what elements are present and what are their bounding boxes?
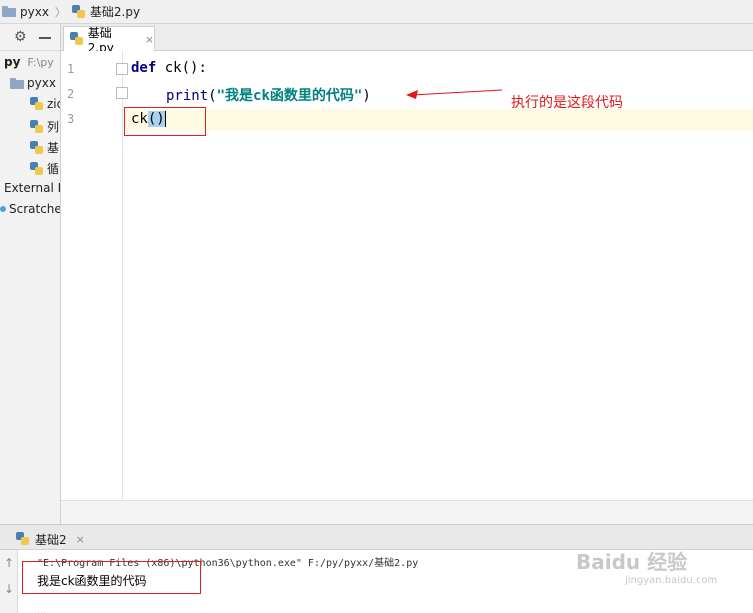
tree-item-3[interactable]: 循 [30,160,59,177]
console-truncated-line: ... [37,606,47,613]
python-file-icon [30,119,44,134]
watermark-url: jingyan.baidu.com [625,575,718,586]
tree-root-path: F:\py [27,55,54,69]
tree-item-2[interactable]: 基 [30,139,59,156]
tree-item-label: zid [47,97,60,111]
annotation-arrow [406,89,503,99]
project-panel: ⚙ py F:\py pyxx zid 列 基 循 External L Scr… [0,24,61,524]
close-icon[interactable]: × [145,33,154,46]
tree-folder-label: pyxx [27,76,56,90]
tree-scratches[interactable]: Scratches [0,202,60,216]
call-highlight-box [124,107,206,136]
code-editor[interactable]: 1 2 3 def ck(): print("我是ck函数里的代码") ck() [61,51,753,500]
line-number: 1 [67,62,75,76]
gutter: 1 2 3 [61,51,128,500]
arrow-down-icon[interactable]: ↓ [4,582,14,596]
current-line-highlight [124,109,753,131]
function-def: ck(): [156,60,207,76]
tree-root-label: py [4,55,21,69]
python-file-icon [30,140,44,155]
keyword-def: def [131,60,157,76]
breadcrumb-file-label: 基础2.py [89,5,141,19]
python-file-icon [70,32,84,46]
builtin-print: print [166,88,209,104]
fold-marker-icon[interactable] [116,63,128,75]
tree-item-0[interactable]: zid [30,97,60,111]
arrow-up-icon[interactable]: ↑ [4,556,14,570]
tab-file-label: 基础2.py [87,25,114,55]
breadcrumb: pyxx 〉 基础2.py [0,0,753,24]
code-line-1: def ck(): [131,60,207,76]
fold-end-icon[interactable] [116,87,128,99]
gear-icon[interactable]: ⚙ [14,29,27,45]
folder-icon [2,6,16,17]
python-file-icon [30,161,44,176]
breadcrumb-file[interactable]: 基础2.py [71,3,141,20]
python-file-icon [30,97,44,111]
tree-item-1[interactable]: 列 [30,118,59,135]
tree-scratches-label: Scratches [9,202,60,216]
tree-root[interactable]: py F:\py [4,55,54,69]
editor-scroll-strip [61,500,753,524]
line-number: 3 [67,112,75,126]
breadcrumb-project-label: pyxx [20,4,49,19]
folder-icon [10,77,24,89]
chevron-right-icon: 〉 [54,5,66,19]
code-line-2: print("我是ck函数里的代码") [166,85,371,105]
scratches-icon [0,206,6,212]
string-literal: "我是ck函数里的代码" [216,88,363,104]
output-highlight-box [22,561,201,594]
project-toolbar: ⚙ [0,24,60,51]
python-file-icon [16,532,30,546]
tab-file[interactable]: 基础2.py × [63,26,155,55]
tree-item-label: 循 [47,162,60,176]
run-toolbar: ↑ ↓ [0,550,18,613]
tree-item-label: 基 [47,141,60,155]
python-file-icon [71,4,86,19]
paren-close: ) [362,88,371,104]
tree-folder-pyxx[interactable]: pyxx [10,76,56,90]
tree-external-label: External L [4,181,61,195]
run-tab-label: 基础2 [35,532,67,547]
annotation-note: 执行的是这段代码 [511,95,623,111]
tab-run[interactable]: 基础2 × [16,528,85,550]
hide-panel-icon[interactable] [38,37,51,39]
watermark: Baidu 经验 [576,550,688,574]
editor-tabbar: 基础2.py × [61,24,753,55]
close-icon[interactable]: × [76,533,85,546]
paren-open: ( [208,88,217,104]
breadcrumb-project[interactable]: pyxx [2,5,49,19]
tree-external-libraries[interactable]: External L [4,181,61,195]
tree-item-label: 列 [47,120,60,134]
line-number: 2 [67,87,75,101]
